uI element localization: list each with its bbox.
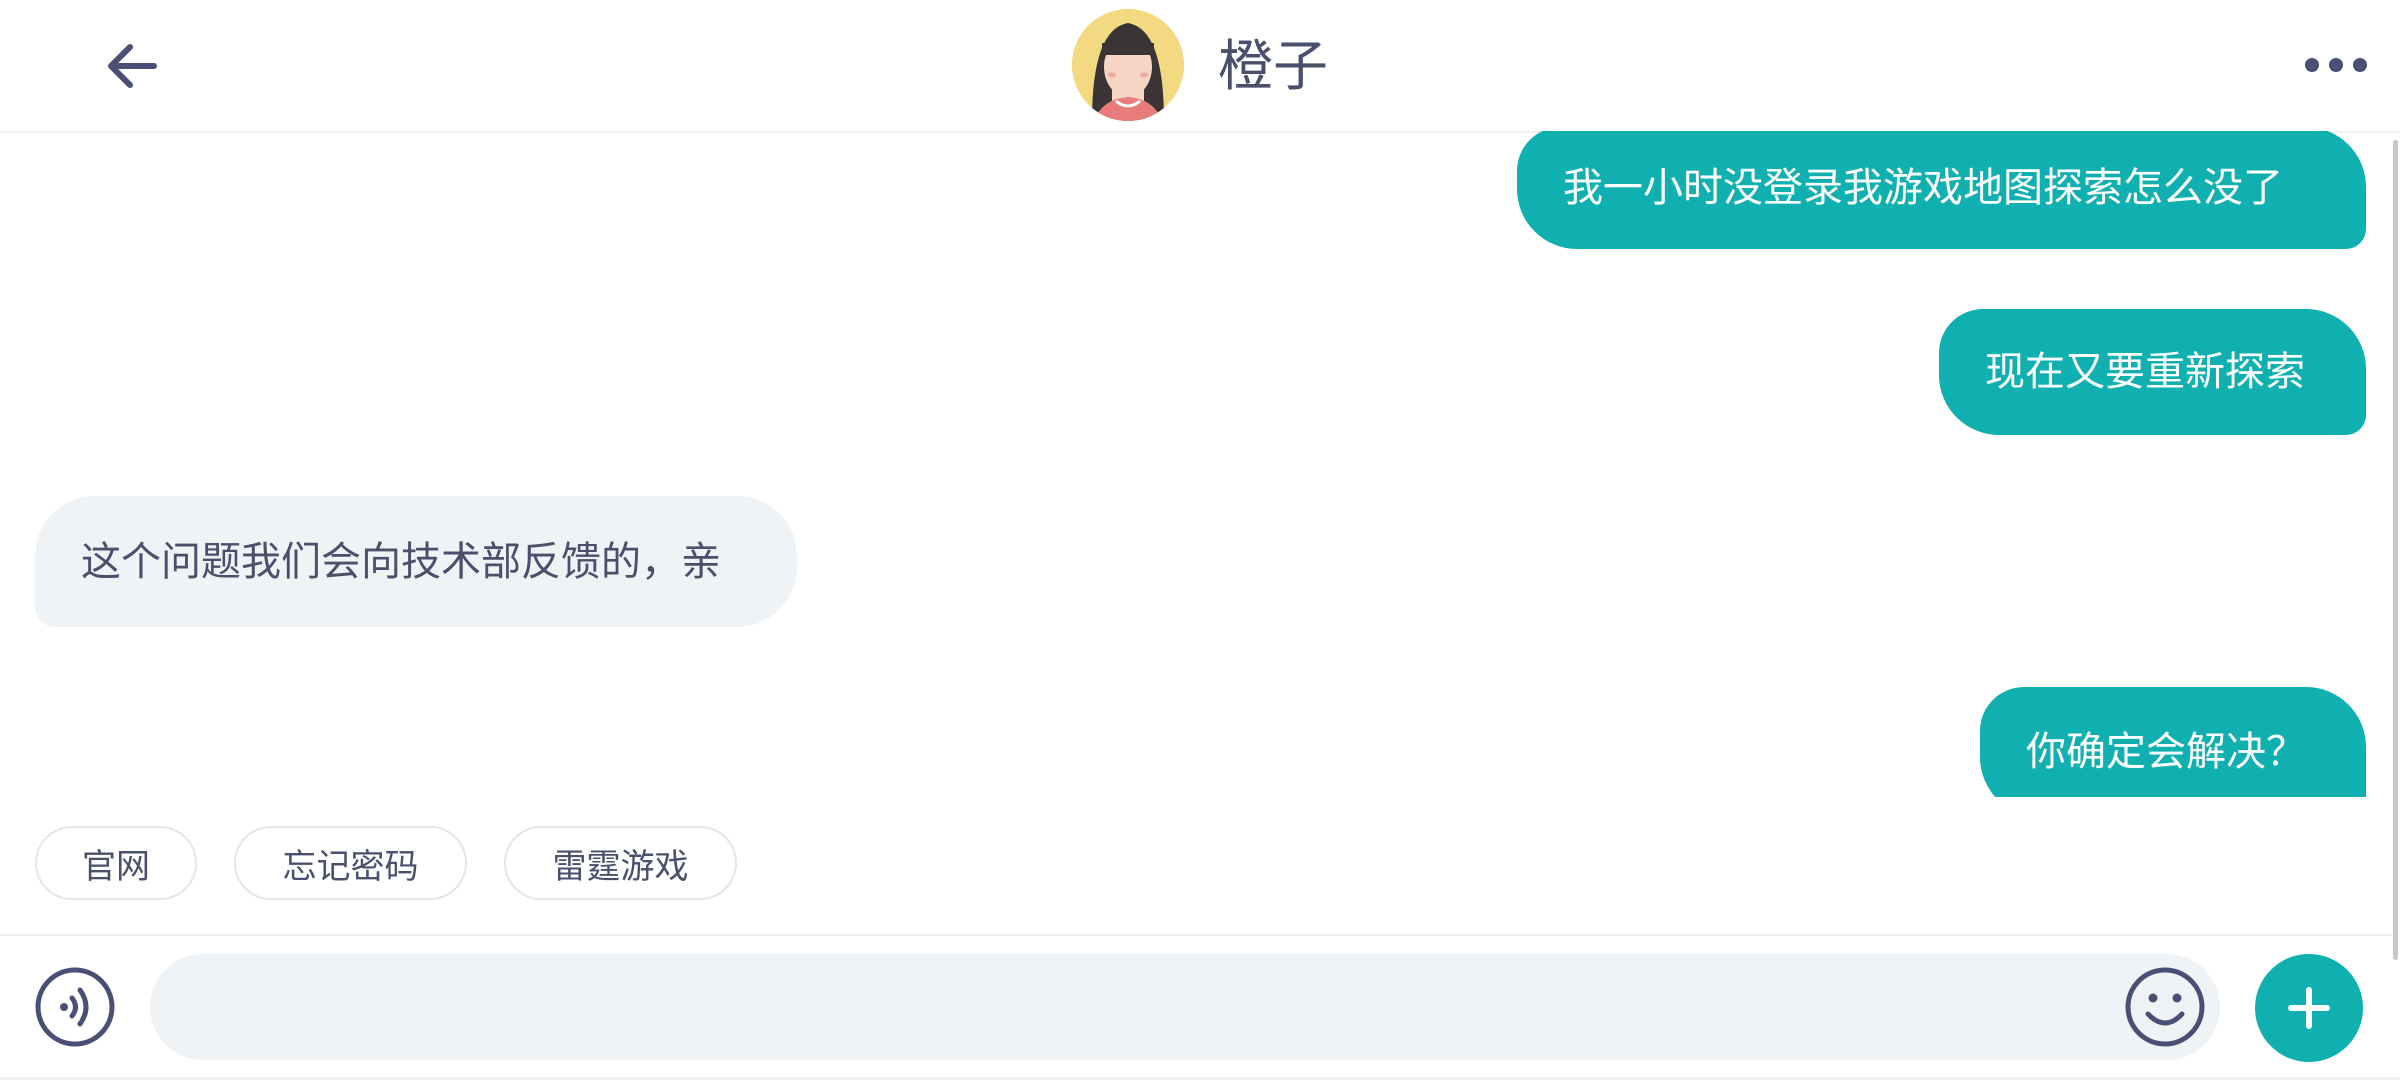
quick-reply-label: 雷霆游戏 xyxy=(552,846,689,887)
more-button[interactable] xyxy=(2300,40,2372,90)
emoji-icon xyxy=(2125,967,2205,1047)
message-bubble-outgoing[interactable]: 现在又要重新探索 xyxy=(1939,309,2366,435)
avatar[interactable] xyxy=(1072,9,1184,121)
message-bubble-outgoing[interactable]: 我一小时没登录我游戏地图探索怎么没了 xyxy=(1517,131,2366,249)
quick-reply-bar: 官网 忘记密码 雷霆游戏 xyxy=(0,806,2390,908)
quick-reply-chip[interactable]: 官网 xyxy=(35,826,197,900)
quick-reply-label: 忘记密码 xyxy=(282,846,419,887)
emoji-button[interactable] xyxy=(2124,966,2206,1048)
arrow-left-icon xyxy=(108,44,157,88)
chat-header: 橙子 xyxy=(0,0,2400,133)
input-bar xyxy=(0,936,2392,1080)
message-text: 这个问题我们会向技术部反馈的，亲 xyxy=(81,538,721,585)
quick-reply-chip[interactable]: 雷霆游戏 xyxy=(504,826,737,900)
plus-button[interactable] xyxy=(2255,954,2363,1062)
quick-reply-chip[interactable]: 忘记密码 xyxy=(234,826,467,900)
message-input[interactable] xyxy=(150,954,2220,1060)
message-text: 你确定会解决？ xyxy=(2026,729,2306,775)
more-horizontal-icon xyxy=(2305,58,2367,72)
back-button[interactable] xyxy=(96,38,168,94)
scrollbar[interactable] xyxy=(2393,140,2398,960)
message-bubble-incoming[interactable]: 这个问题我们会向技术部反馈的，亲 xyxy=(35,496,797,627)
voice-icon xyxy=(35,967,115,1047)
message-bubble-outgoing[interactable]: 你确定会解决？ xyxy=(1980,687,2366,797)
message-text: 现在又要重新探索 xyxy=(1985,349,2305,395)
plus-icon xyxy=(2288,987,2330,1029)
message-text: 我一小时没登录我游戏地图探索怎么没了 xyxy=(1563,165,2283,211)
quick-reply-label: 官网 xyxy=(82,846,150,887)
voice-button[interactable] xyxy=(34,966,116,1048)
contact-name: 橙子 xyxy=(1218,34,1329,98)
chat-message-list[interactable]: 我一小时没登录我游戏地图探索怎么没了 现在又要重新探索 这个问题我们会向技术部反… xyxy=(0,131,2400,797)
avatar-girl-icon xyxy=(1072,9,1184,121)
